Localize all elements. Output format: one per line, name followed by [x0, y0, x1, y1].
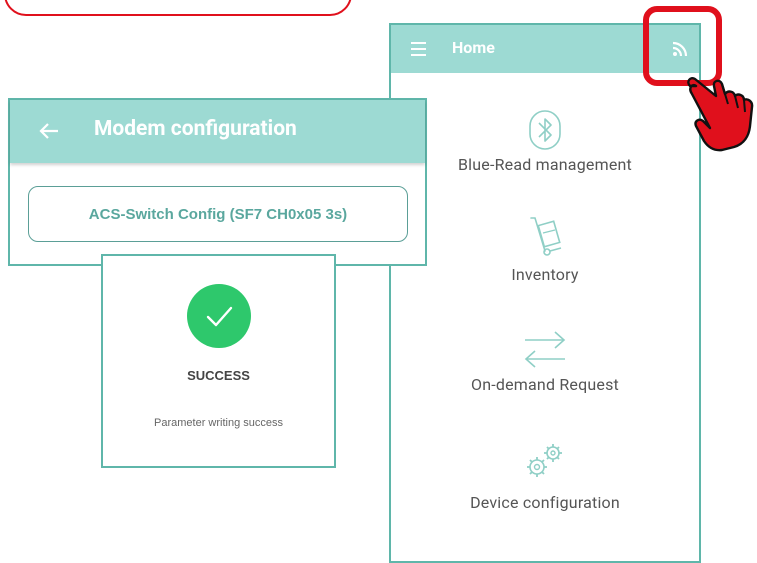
- modem-app-bar: Modem configuration: [10, 100, 425, 163]
- menu-item-on-demand-request[interactable]: On-demand Request: [391, 329, 699, 399]
- acs-switch-config-button[interactable]: ACS-Switch Config (SF7 CH0x05 3s): [28, 186, 408, 242]
- menu-item-blue-read[interactable]: Blue-Read management: [391, 109, 699, 179]
- success-dialog: SUCCESS Parameter writing success: [101, 254, 336, 468]
- home-title: Home: [452, 38, 495, 57]
- annotation-callout: [4, 0, 352, 16]
- menu-item-inventory[interactable]: Inventory: [391, 215, 699, 285]
- menu-item-device-configuration[interactable]: Device configuration: [391, 441, 699, 512]
- hand-truck-icon: [530, 217, 562, 256]
- dialog-status: SUCCESS: [187, 368, 250, 383]
- pointing-hand-icon: [684, 70, 757, 152]
- swap-arrows-icon: [524, 331, 566, 368]
- menu-item-label: Blue-Read management: [458, 155, 632, 174]
- menu-item-label: Inventory: [511, 265, 579, 284]
- menu-item-label: On-demand Request: [471, 375, 619, 394]
- menu-item-label: Device configuration: [470, 493, 620, 512]
- success-check-icon: [187, 284, 251, 348]
- hamburger-menu-icon[interactable]: [411, 42, 426, 60]
- dialog-message: Parameter writing success: [154, 417, 283, 429]
- modem-configuration-screen: Modem configuration ACS-Switch Config (S…: [8, 98, 427, 266]
- gears-icon: [527, 444, 562, 477]
- back-arrow-icon[interactable]: [38, 120, 60, 142]
- page-title: Modem configuration: [94, 117, 297, 141]
- bluetooth-icon: [529, 110, 561, 150]
- home-screen: Home Blue-Read management Inventory On-d…: [389, 23, 701, 563]
